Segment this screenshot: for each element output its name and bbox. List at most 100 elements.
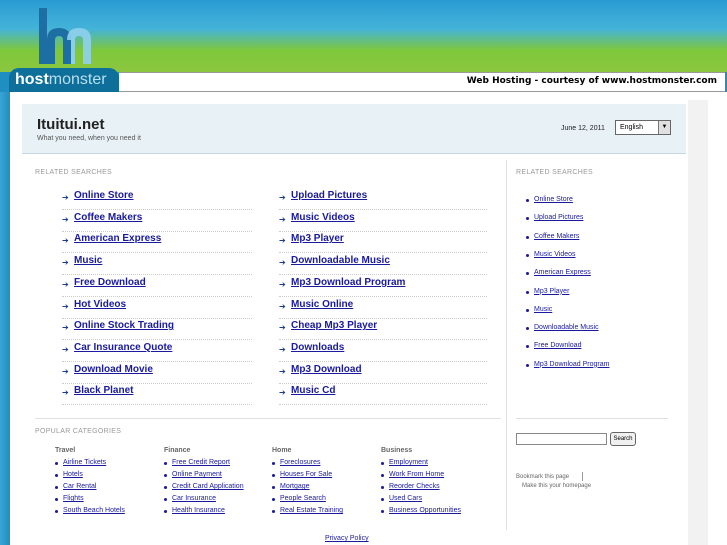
category-link[interactable]: Flights	[63, 495, 84, 502]
arrow-right-icon: ➔	[62, 366, 69, 376]
bullet-icon	[526, 235, 529, 239]
right-search-link[interactable]: Music Videos	[534, 251, 576, 258]
popular-divider	[35, 418, 501, 419]
search-result-item[interactable]: ➔ Hot Videos	[62, 297, 252, 319]
search-result-item[interactable]: ➔ Music	[62, 253, 252, 276]
category-link[interactable]: People Search	[280, 495, 326, 502]
category-link[interactable]: Online Payment	[172, 471, 222, 478]
search-link[interactable]: Download Movie	[74, 364, 153, 375]
category-link[interactable]: Foreclosures	[280, 459, 320, 466]
category-link[interactable]: Car Rental	[63, 483, 96, 490]
category-link[interactable]: Employment	[389, 459, 428, 466]
bullet-icon	[526, 327, 529, 331]
search-result-item[interactable]: ➔ Cheap Mp3 Player	[279, 318, 487, 341]
category-link[interactable]: Hotels	[63, 471, 83, 478]
search-link[interactable]: Online Stock Trading	[74, 320, 174, 331]
category-link[interactable]: Car Insurance	[172, 495, 216, 502]
search-link[interactable]: Free Download	[74, 277, 146, 288]
search-link[interactable]: Hot Videos	[74, 299, 126, 310]
category-link[interactable]: Business Opportunities	[389, 507, 461, 514]
bullet-icon	[55, 510, 58, 514]
category-link[interactable]: Free Credit Report	[172, 459, 230, 466]
privacy-policy-link[interactable]: Privacy Policy	[325, 535, 369, 542]
arrow-right-icon: ➔	[279, 301, 286, 311]
bullet-icon	[381, 498, 384, 502]
search-result-item[interactable]: ➔ Mp3 Download	[279, 362, 487, 384]
arrow-right-icon: ➔	[279, 344, 286, 354]
arrow-right-icon: ➔	[279, 258, 286, 268]
bullet-icon	[55, 462, 58, 465]
search-link[interactable]: Mp3 Download	[291, 364, 362, 375]
right-search-link[interactable]: American Express	[534, 269, 591, 276]
search-result-item[interactable]: ➔ Car Insurance Quote	[62, 340, 252, 362]
search-input[interactable]	[516, 433, 607, 445]
right-search-link[interactable]: Online Store	[534, 196, 573, 203]
hostmonster-logo[interactable]: hostmonster	[9, 6, 119, 92]
search-link[interactable]: Downloadable Music	[291, 255, 390, 266]
search-link[interactable]: Music	[74, 255, 102, 266]
search-link[interactable]: Music Online	[291, 299, 353, 310]
language-select[interactable]: English ▼	[615, 120, 671, 135]
search-result-item[interactable]: ➔ Music Online	[279, 297, 487, 319]
search-button[interactable]: Search	[610, 432, 636, 446]
bullet-icon	[526, 363, 529, 367]
homepage-link[interactable]: Make this your homepage	[522, 483, 591, 489]
category-link[interactable]: Credit Card Application	[172, 483, 244, 490]
category-link[interactable]: Airline Tickets	[63, 459, 106, 466]
search-result-item[interactable]: ➔ Online Stock Trading	[62, 318, 252, 341]
right-search-link[interactable]: Downloadable Music	[534, 324, 599, 331]
search-link[interactable]: Mp3 Download Program	[291, 277, 405, 288]
search-result-item[interactable]: ➔ Black Planet	[62, 383, 252, 406]
category-link[interactable]: Health Insurance	[172, 507, 225, 514]
search-link[interactable]: Online Store	[74, 190, 133, 201]
category-link[interactable]: Used Cars	[389, 495, 422, 502]
category-heading: Finance	[164, 447, 191, 454]
right-search-link[interactable]: Music	[534, 306, 552, 313]
right-search-link[interactable]: Upload Pictures	[534, 214, 583, 221]
chevron-down-icon[interactable]: ▼	[658, 121, 670, 134]
search-link[interactable]: Mp3 Player	[291, 233, 344, 244]
right-search-link[interactable]: Mp3 Download Program	[534, 361, 609, 368]
search-link[interactable]: Upload Pictures	[291, 190, 367, 201]
bullet-icon	[55, 474, 58, 478]
search-result-item[interactable]: ➔ Downloadable Music	[279, 253, 487, 276]
hosting-tagline[interactable]: Web Hosting - courtesy of www.hostmonste…	[467, 76, 717, 86]
search-result-item[interactable]: ➔ Upload Pictures	[279, 188, 487, 210]
category-link[interactable]: Real Estate Training	[280, 507, 343, 514]
bullet-icon	[381, 486, 384, 490]
category-link[interactable]: Reorder Checks	[389, 483, 440, 490]
right-search-link[interactable]: Coffee Makers	[534, 233, 579, 240]
search-link[interactable]: Black Planet	[74, 385, 133, 396]
search-result-item[interactable]: ➔ Free Download	[62, 275, 252, 297]
search-link[interactable]: Car Insurance Quote	[74, 342, 172, 353]
right-search-link[interactable]: Free Download	[534, 342, 581, 349]
bullet-icon	[164, 486, 167, 490]
search-link[interactable]: American Express	[74, 233, 161, 244]
arrow-right-icon: ➔	[279, 214, 286, 224]
logo-wordmark: hostmonster	[9, 68, 119, 92]
search-result-item[interactable]: ➔ Mp3 Player	[279, 231, 487, 254]
bullet-icon	[526, 272, 529, 276]
search-result-item[interactable]: ➔ Downloads	[279, 340, 487, 362]
search-result-item[interactable]: ➔ Music Cd	[279, 383, 487, 406]
category-link[interactable]: Work From Home	[389, 471, 444, 478]
search-result-item[interactable]: ➔ Download Movie	[62, 362, 252, 384]
search-result-item[interactable]: ➔ Mp3 Download Program	[279, 275, 487, 297]
search-result-item[interactable]: ➔ Coffee Makers	[62, 210, 252, 232]
bookmark-link[interactable]: Bookmark this page	[516, 474, 569, 480]
category-link[interactable]: South Beach Hotels	[63, 507, 125, 514]
vertical-divider	[506, 160, 507, 530]
search-link[interactable]: Downloads	[291, 342, 344, 353]
arrow-right-icon: ➔	[62, 301, 69, 311]
search-link[interactable]: Cheap Mp3 Player	[291, 320, 377, 331]
search-link[interactable]: Coffee Makers	[74, 212, 142, 223]
bullet-icon	[55, 498, 58, 502]
search-result-item[interactable]: ➔ Music Videos	[279, 210, 487, 232]
right-search-link[interactable]: Mp3 Player	[534, 288, 569, 295]
search-link[interactable]: Music Videos	[291, 212, 355, 223]
search-result-item[interactable]: ➔ Online Store	[62, 188, 252, 210]
search-result-item[interactable]: ➔ American Express	[62, 231, 252, 254]
category-link[interactable]: Houses For Sale	[280, 471, 332, 478]
search-link[interactable]: Music Cd	[291, 385, 335, 396]
category-link[interactable]: Mortgage	[280, 483, 310, 490]
